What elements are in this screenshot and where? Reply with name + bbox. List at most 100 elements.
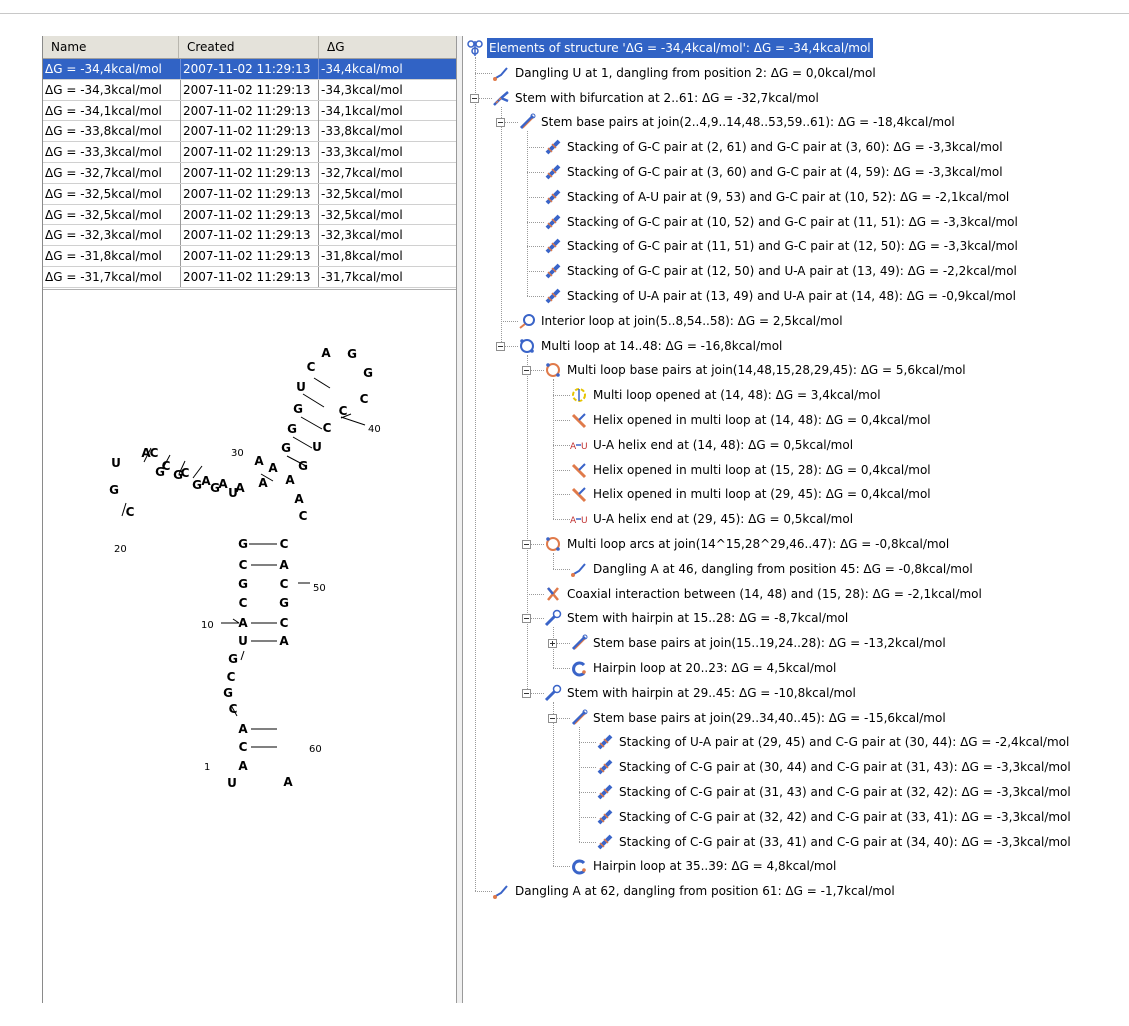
nucleotide-label: C [280,616,289,630]
tree-node-label: Stacking of A-U pair at (9, 53) and G-C … [567,189,1010,204]
tree-connector [553,444,570,446]
position-label: 10 [201,620,214,631]
interior-loop-icon [519,313,535,329]
nucleotide-label: C [229,702,238,716]
collapse-toggle[interactable] [496,341,505,351]
base-pair-bond [313,377,331,389]
collapse-toggle[interactable] [470,93,479,103]
tree-connector [501,320,518,322]
tree-connector [553,469,570,471]
nucleotide-label: G [210,481,220,495]
column-header-name[interactable]: Name [43,36,179,58]
cell-dg: -32,5kcal/mol [321,207,403,222]
nucleotide-label: C [299,509,308,523]
nucleotide-label: C [239,558,248,572]
nucleotide-label: C [239,740,248,754]
cell-dg: -32,5kcal/mol [321,186,403,201]
tree-connector [527,246,544,248]
nucleotide-label: A [321,346,331,360]
dangling-icon [571,563,586,577]
tree-node-label: Stacking of G-C pair at (11, 51) and G-C… [567,239,1018,254]
tree-connector [579,726,580,842]
svg-text:U: U [581,442,588,452]
table-row[interactable]: ΔG = -32,5kcal/mol 2007-11-02 11:29:13 -32… [43,204,456,226]
nucleotide-label: U [228,486,238,500]
tree-node-label: Coaxial interaction between (14, 48) and… [567,586,982,601]
hairpin-loop-icon [572,859,586,875]
cell-dg: -33,8kcal/mol [321,124,403,139]
tree-connector [553,494,570,496]
cell-dg: -32,7kcal/mol [321,165,403,180]
tree-node-label: Helix opened in multi loop at (29, 45): … [593,487,931,502]
tree-node-label: Hairpin loop at 35..39: ΔG = 4,8kcal/mol [593,859,837,874]
coaxial-icon [547,586,559,601]
cell-dg: -34,4kcal/mol [321,62,403,76]
table-row[interactable]: ΔG = -34,1kcal/mol 2007-11-02 11:29:13 -34… [43,100,456,122]
nucleotide-label: C [126,505,135,519]
tree-node-label: Stacking of C-G pair at (31, 43) and C-G… [619,785,1071,799]
tree-connector [579,841,596,843]
cell-created: 2007-11-02 11:29:13 [181,59,319,79]
stacking-icon [597,734,613,750]
tree-node-label: Dangling A at 46, dangling from position… [593,561,973,576]
table-row[interactable]: ΔG = -32,3kcal/mol 2007-11-02 11:29:13 -32… [43,225,456,247]
table-row[interactable]: ΔG = -34,3kcal/mol 2007-11-02 11:29:13 -34… [43,79,456,101]
table-row[interactable]: ΔG = -32,7kcal/mol 2007-11-02 11:29:13 -32… [43,162,456,184]
nucleotide-label: G [228,652,238,666]
nucleotide-label: G [192,478,202,492]
tree-connector [527,172,544,173]
column-header-dg[interactable]: ΔG [319,36,456,58]
structure-elements-tree: Elements of structure 'ΔG = -34,4kcal/mo… [462,36,1129,1003]
cell-dg: -31,7kcal/mol [321,269,403,284]
cell-name: ΔG = -34,4kcal/mol [43,59,181,79]
collapse-toggle[interactable] [522,540,531,549]
stacking-icon [545,139,561,155]
table-row[interactable]: ΔG = -34,4kcal/mol 2007-11-02 11:29:13 -34… [43,59,456,80]
collapse-toggle[interactable] [496,118,505,128]
collapse-toggle[interactable] [522,366,531,376]
nucleotide-label: C [339,404,348,418]
tree-node-label: U-A helix end at (29, 45): ΔG = 0,5kcal/… [593,512,854,527]
cell-created: 2007-11-02 11:29:13 [181,79,319,100]
tree-connector [553,379,554,520]
nucleotide-label: A [294,492,304,506]
collapse-toggle[interactable] [548,713,557,723]
nucleotide-label: A [141,446,151,460]
expand-toggle[interactable] [548,639,557,649]
tree-node-label: Dangling U at 1, dangling from position … [515,65,876,80]
table-row[interactable]: ΔG = -33,3kcal/mol 2007-11-02 11:29:13 -33… [43,142,456,163]
tree-node-label: Stacking of U-A pair at (13, 49) and U-A… [567,289,1016,303]
nucleotide-label: G [238,577,248,591]
hairpin-loop-icon [572,661,586,677]
tree-node-label: Stacking of G-C pair at (10, 52) and G-C… [567,214,1018,229]
nucleotide-label: C [307,360,316,374]
tree-connector [579,742,596,744]
nucleotide-label: G [279,596,289,610]
base-pair-bond [300,416,323,430]
table-header: Name Created ΔG [43,36,456,59]
helix-end-icon: AU [570,516,588,526]
cell-name: ΔG = -33,3kcal/mol [43,142,181,163]
table-row[interactable]: ΔG = -32,5kcal/mol 2007-11-02 11:29:13 -32… [43,183,456,205]
nucleotide-label: C [280,577,289,591]
cell-created: 2007-11-02 11:29:13 [181,183,319,204]
cell-name: ΔG = -34,3kcal/mol [43,79,181,100]
tree-connector [475,57,476,892]
tree-connector [553,519,570,521]
cell-name: ΔG = -32,5kcal/mol [43,183,181,204]
table-row[interactable]: ΔG = -33,8kcal/mol 2007-11-02 11:29:13 -33… [43,121,456,143]
tree-node-label: Elements of structure 'ΔG = -34,4kcal/mo… [487,38,873,58]
table-row[interactable]: ΔG = -31,7kcal/mol 2007-11-02 11:29:13 -31… [43,266,456,288]
column-header-created[interactable]: Created [179,36,319,58]
cell-dg: -31,8kcal/mol [321,249,403,264]
collapse-toggle[interactable] [522,688,531,698]
tree-node-label: Stacking of C-G pair at (33, 41) and C-G… [619,834,1071,849]
tree-node-label: Stacking of G-C pair at (3, 60) and G-C … [567,165,1003,179]
table-row[interactable]: ΔG = -31,8kcal/mol 2007-11-02 11:29:13 -31… [43,246,456,267]
base-pair-bond [292,436,313,449]
stacking-icon [545,214,561,230]
nucleotide-label: G [155,465,165,479]
cell-name: ΔG = -34,1kcal/mol [43,100,181,121]
collapse-toggle[interactable] [522,614,531,624]
stem-base-pairs-icon [571,709,588,725]
